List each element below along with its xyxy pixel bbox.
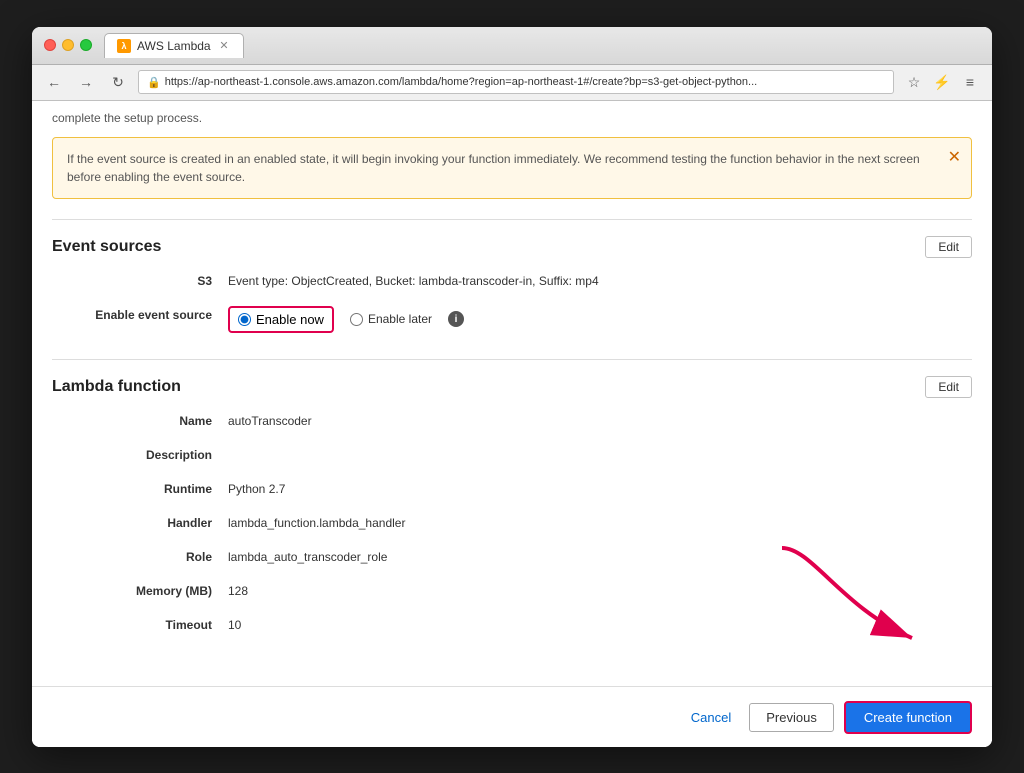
handler-row: Handler lambda_function.lambda_handler — [52, 514, 972, 538]
lambda-function-section: Lambda function Edit Name autoTranscoder… — [52, 359, 972, 666]
event-sources-title: Event sources — [52, 238, 161, 256]
forward-button[interactable]: → — [74, 70, 98, 94]
enable-now-highlight: Enable now — [228, 306, 334, 333]
role-value: lambda_auto_transcoder_role — [228, 548, 387, 564]
enable-later-radio[interactable] — [350, 313, 363, 326]
memory-label: Memory (MB) — [52, 582, 212, 598]
s3-row: S3 Event type: ObjectCreated, Bucket: la… — [52, 272, 972, 296]
lambda-function-edit-button[interactable]: Edit — [925, 376, 972, 398]
bookmark-button[interactable]: ☆ — [902, 70, 926, 94]
description-label: Description — [52, 446, 212, 462]
tab-bar: λ AWS Lambda ✕ — [104, 33, 980, 58]
page-content: complete the setup process. If the event… — [32, 101, 992, 747]
warning-banner: If the event source is created in an ena… — [52, 137, 972, 199]
runtime-label: Runtime — [52, 480, 212, 496]
minimize-button[interactable] — [62, 39, 74, 51]
warning-close-button[interactable]: ✕ — [948, 146, 961, 170]
back-button[interactable]: ← — [42, 70, 66, 94]
url-text: https://ap-northeast-1.console.aws.amazo… — [165, 76, 758, 88]
timeout-label: Timeout — [52, 616, 212, 632]
tab-close-button[interactable]: ✕ — [217, 39, 231, 53]
radio-group: Enable now Enable later i — [228, 306, 464, 333]
nav-bar: ← → ↻ 🔒 https://ap-northeast-1.console.a… — [32, 65, 992, 101]
nav-actions: ☆ ⚡ ≡ — [902, 70, 982, 94]
role-label: Role — [52, 548, 212, 564]
cancel-button[interactable]: Cancel — [683, 704, 739, 731]
enable-event-source-label: Enable event source — [52, 306, 212, 322]
url-bar[interactable]: 🔒 https://ap-northeast-1.console.aws.ama… — [138, 70, 894, 94]
enable-event-source-row: Enable event source Enable now Enable la… — [52, 306, 972, 333]
event-sources-edit-button[interactable]: Edit — [925, 236, 972, 258]
info-icon[interactable]: i — [448, 311, 464, 327]
tab-favicon: λ — [117, 39, 131, 53]
enable-later-label: Enable later — [368, 312, 432, 326]
warning-text: If the event source is created in an ena… — [67, 152, 920, 184]
content-area: complete the setup process. If the event… — [32, 101, 992, 686]
event-sources-section: Event sources Edit S3 Event type: Object… — [52, 219, 972, 359]
timeout-value: 10 — [228, 616, 241, 632]
lock-icon: 🔒 — [147, 76, 161, 89]
close-button[interactable] — [44, 39, 56, 51]
enable-now-radio[interactable] — [238, 313, 251, 326]
previous-button[interactable]: Previous — [749, 703, 834, 732]
s3-label: S3 — [52, 272, 212, 288]
runtime-row: Runtime Python 2.7 — [52, 480, 972, 504]
create-function-button[interactable]: Create function — [844, 701, 972, 734]
role-row: Role lambda_auto_transcoder_role — [52, 548, 972, 572]
title-bar: λ AWS Lambda ✕ — [32, 27, 992, 65]
memory-value: 128 — [228, 582, 248, 598]
name-label: Name — [52, 412, 212, 428]
traffic-lights — [44, 39, 92, 51]
description-row: Description — [52, 446, 972, 470]
maximize-button[interactable] — [80, 39, 92, 51]
menu-button[interactable]: ≡ — [958, 70, 982, 94]
extensions-button[interactable]: ⚡ — [930, 70, 954, 94]
name-row: Name autoTranscoder — [52, 412, 972, 436]
timeout-row: Timeout 10 — [52, 616, 972, 640]
action-bar: Cancel Previous Create function — [32, 686, 992, 747]
enable-later-option: Enable later — [350, 312, 432, 326]
runtime-value: Python 2.7 — [228, 480, 285, 496]
top-notice: complete the setup process. — [52, 101, 972, 137]
browser-window: λ AWS Lambda ✕ ← → ↻ 🔒 https://ap-northe… — [32, 27, 992, 747]
name-value: autoTranscoder — [228, 412, 312, 428]
event-sources-header: Event sources Edit — [52, 236, 972, 258]
handler-label: Handler — [52, 514, 212, 530]
memory-row: Memory (MB) 128 — [52, 582, 972, 606]
s3-value: Event type: ObjectCreated, Bucket: lambd… — [228, 272, 599, 288]
page-body: complete the setup process. If the event… — [32, 101, 992, 747]
tab-title: AWS Lambda — [137, 39, 211, 53]
handler-value: lambda_function.lambda_handler — [228, 514, 405, 530]
reload-button[interactable]: ↻ — [106, 70, 130, 94]
lambda-function-header: Lambda function Edit — [52, 376, 972, 398]
lambda-function-title: Lambda function — [52, 378, 181, 396]
browser-tab[interactable]: λ AWS Lambda ✕ — [104, 33, 244, 58]
enable-now-label: Enable now — [256, 312, 324, 327]
